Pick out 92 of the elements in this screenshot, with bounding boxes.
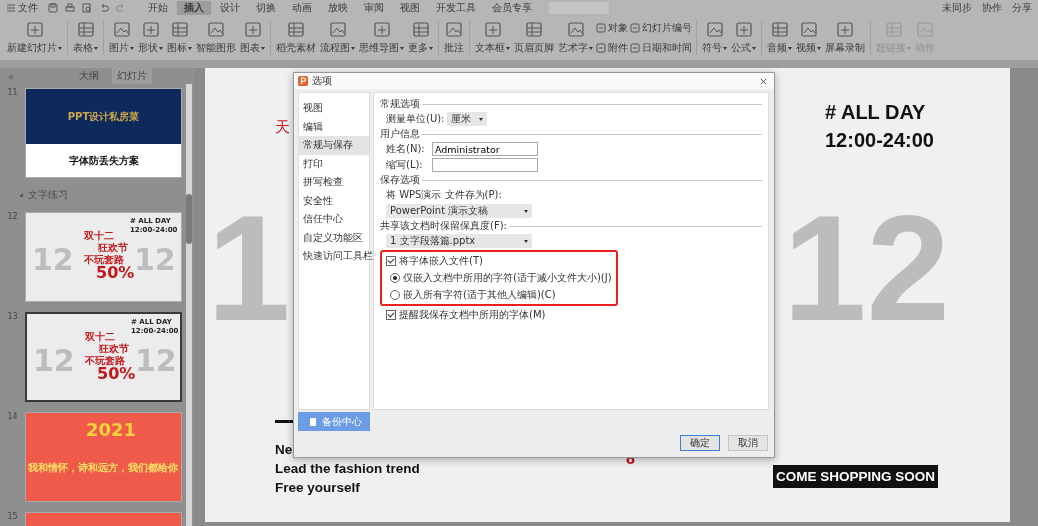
thumbnail-subtitle: 字体防丢失方案 [68,153,139,168]
section-heading: 保存选项 [380,173,420,187]
thumbnail-text: 2021 [86,421,137,439]
ribbon-button[interactable]: 思维导图 [358,21,405,55]
nav-item[interactable]: 信任中心 [299,210,369,229]
slide-text: Lead the fashion trend [275,460,420,478]
cancel-button[interactable]: 取消 [728,435,768,451]
ribbon-button[interactable]: 更多 [407,21,434,55]
ok-button[interactable]: 确定 [680,435,720,451]
thumbnail-text: 50% [97,366,136,382]
nav-item[interactable]: 编辑 [299,117,369,136]
format-dropdown[interactable]: PowerPoint 演示文稿 [386,204,532,218]
field-label: 测量单位(U): [386,112,445,126]
ribbon-button[interactable]: 智能图形 [195,21,237,55]
slide-text: 12:00-24:00 [825,129,934,152]
dialog-title: 选项 [312,74,332,88]
ribbon-button[interactable]: 附件 [596,41,628,55]
file-dropdown[interactable]: 1 文字段落篇.pptx [386,234,532,248]
ribbon-button[interactable]: 页眉页脚 [513,21,555,55]
section-heading: 常规选项 [380,97,420,111]
name-field[interactable]: Administrator [432,142,538,156]
ribbon-button[interactable]: 图片 [108,21,135,55]
slide-number: 15 [6,512,19,521]
collab-button[interactable]: 协作 [982,1,1002,15]
ribbon-tab[interactable]: 动画 [285,1,319,15]
panel-tab[interactable]: 幻灯片 [112,68,153,84]
ribbon-button[interactable]: 对象 [596,21,628,35]
ribbon-button[interactable]: 视频 [795,21,822,55]
nav-item[interactable]: 视图 [299,99,369,118]
nav-item[interactable]: 常规与保存 [299,136,369,155]
panel-tab[interactable]: 大纲 [74,68,105,84]
ribbon-button[interactable]: 符号 [701,21,728,55]
thumbnail-text: 双十二 [84,231,114,241]
ribbon-button[interactable]: 新建幻灯片 [6,21,63,55]
slide-number: 13 [6,312,19,321]
ribbon-button[interactable]: 形状 [137,21,164,55]
ribbon-tab[interactable]: 会员专享 [485,1,539,15]
nav-item[interactable]: 自定义功能区 [299,228,369,247]
thumbnail-text: 50% [96,265,135,281]
ribbon-tab[interactable]: 放映 [321,1,355,15]
radio-label[interactable]: 仅嵌入文档中所用的字符(适于减小文件大小)(J) [403,271,612,285]
brand-text: 天 [275,118,290,137]
nav-item[interactable]: 打印 [299,154,369,173]
thumbnail-text: 狂欢节 [98,243,128,253]
slide-number: 14 [6,412,19,421]
field-label: 将 WPS演示 文件存为(P): [386,188,502,202]
ribbon-tab[interactable]: 视图 [393,1,427,15]
ribbon-tab[interactable]: 切换 [249,1,283,15]
thumbnail-text: 我和情怀，诗和远方，我们都给你 [28,461,178,475]
nav-item[interactable]: 拼写检查 [299,173,369,192]
thumbnail-title: PPT设计私房菜 [67,109,140,124]
ribbon-button[interactable]: 图表 [239,21,266,55]
slide-number: 12 [6,212,19,221]
ribbon-button[interactable]: 稻壳素材 [275,21,317,55]
ribbon-button[interactable]: 日期和时间 [630,41,692,55]
ribbon-tab[interactable]: 开始 [141,1,175,15]
slide-text: # ALL DAY [825,101,926,124]
shopping-banner: COME SHOPPING SOON [773,465,938,488]
file-menu[interactable]: 文件 [6,1,38,15]
section-heading: 用户信息 [380,127,420,141]
ribbon-button[interactable]: 批注 [443,21,465,55]
checkbox-label[interactable]: 将字体嵌入文件(T) [399,254,483,268]
slide-number: 11 [6,88,19,97]
thumbnail-text: 不玩套路 [85,356,125,366]
thumbnail-text: 狂欢节 [99,344,129,354]
ribbon-button[interactable]: 公式 [730,21,757,55]
slide-text: Ne [275,441,293,459]
ribbon-tab[interactable]: 开发工具 [429,1,483,15]
ribbon-button[interactable]: 屏幕录制 [824,21,866,55]
ribbon-tab[interactable]: 设计 [213,1,247,15]
section-heading: 共享该文档时保留保真度(F): [380,219,507,233]
slide-thumbnail[interactable]: PPT设计私房菜 字体防丢失方案 [25,88,182,178]
ribbon-tab[interactable]: 插入 [177,1,211,15]
ribbon-button[interactable]: 艺术字 [557,21,594,55]
ribbon-button[interactable]: 流程图 [319,21,356,55]
checkbox-label[interactable]: 提醒我保存文档中所用的字体(M) [399,308,546,322]
unit-dropdown[interactable]: 厘米 [446,112,487,126]
thumbnail-text: 双十二 [85,332,115,342]
slide-text: Free yourself [275,479,360,497]
ribbon-button[interactable]: 图标 [166,21,193,55]
radio-label[interactable]: 嵌入所有字符(适于其他人编辑)(C) [403,288,556,302]
ribbon-button[interactable]: 音频 [766,21,793,55]
field-label: 姓名(N): [386,142,426,156]
thumbnail-text: 不玩套路 [84,255,124,265]
sync-status[interactable]: 未同步 [942,1,972,15]
nav-item[interactable]: 安全性 [299,191,369,210]
ribbon-button[interactable]: 幻灯片编号 [630,21,692,35]
ribbon-button[interactable]: 表格 [72,21,99,55]
share-button[interactable]: 分享 [1012,1,1032,15]
ribbon-button[interactable]: 文本框 [474,21,511,55]
field-label: 缩写(L): [386,158,424,172]
ribbon-tab[interactable]: 审阅 [357,1,391,15]
